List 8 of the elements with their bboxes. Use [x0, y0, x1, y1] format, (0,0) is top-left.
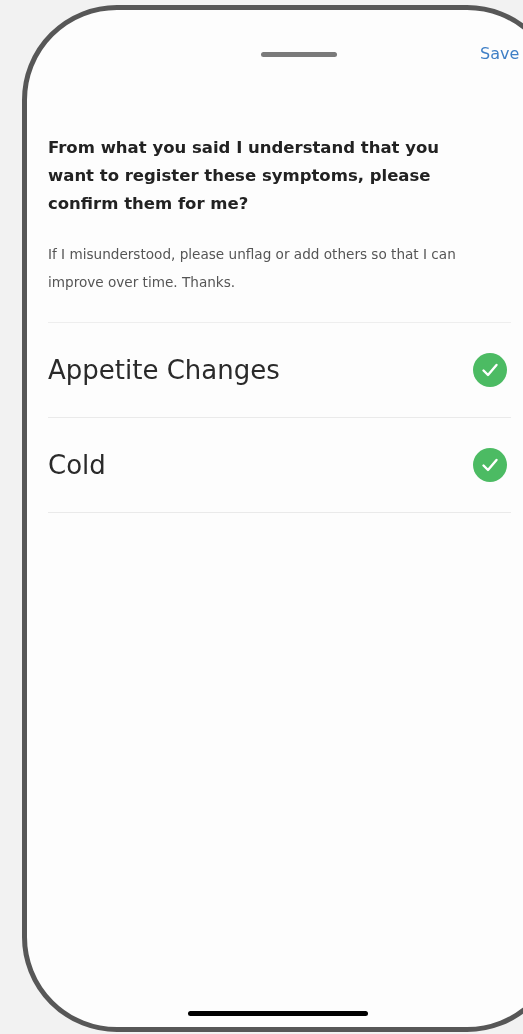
sheet-grabber[interactable]: [261, 52, 337, 57]
symptom-label: Appetite Changes: [48, 355, 280, 385]
check-circle-icon[interactable]: [473, 353, 507, 387]
symptom-label: Cold: [48, 450, 106, 480]
note-text: If I misunderstood, please unflag or add others so that I can improve over time. Thanks.: [48, 245, 457, 292]
save-button[interactable]: Save: [480, 44, 520, 63]
check-circle-icon[interactable]: [473, 448, 507, 482]
question-text: From what you said I understand that you want to register these symptoms, please confirm them for me?: [48, 137, 441, 215]
